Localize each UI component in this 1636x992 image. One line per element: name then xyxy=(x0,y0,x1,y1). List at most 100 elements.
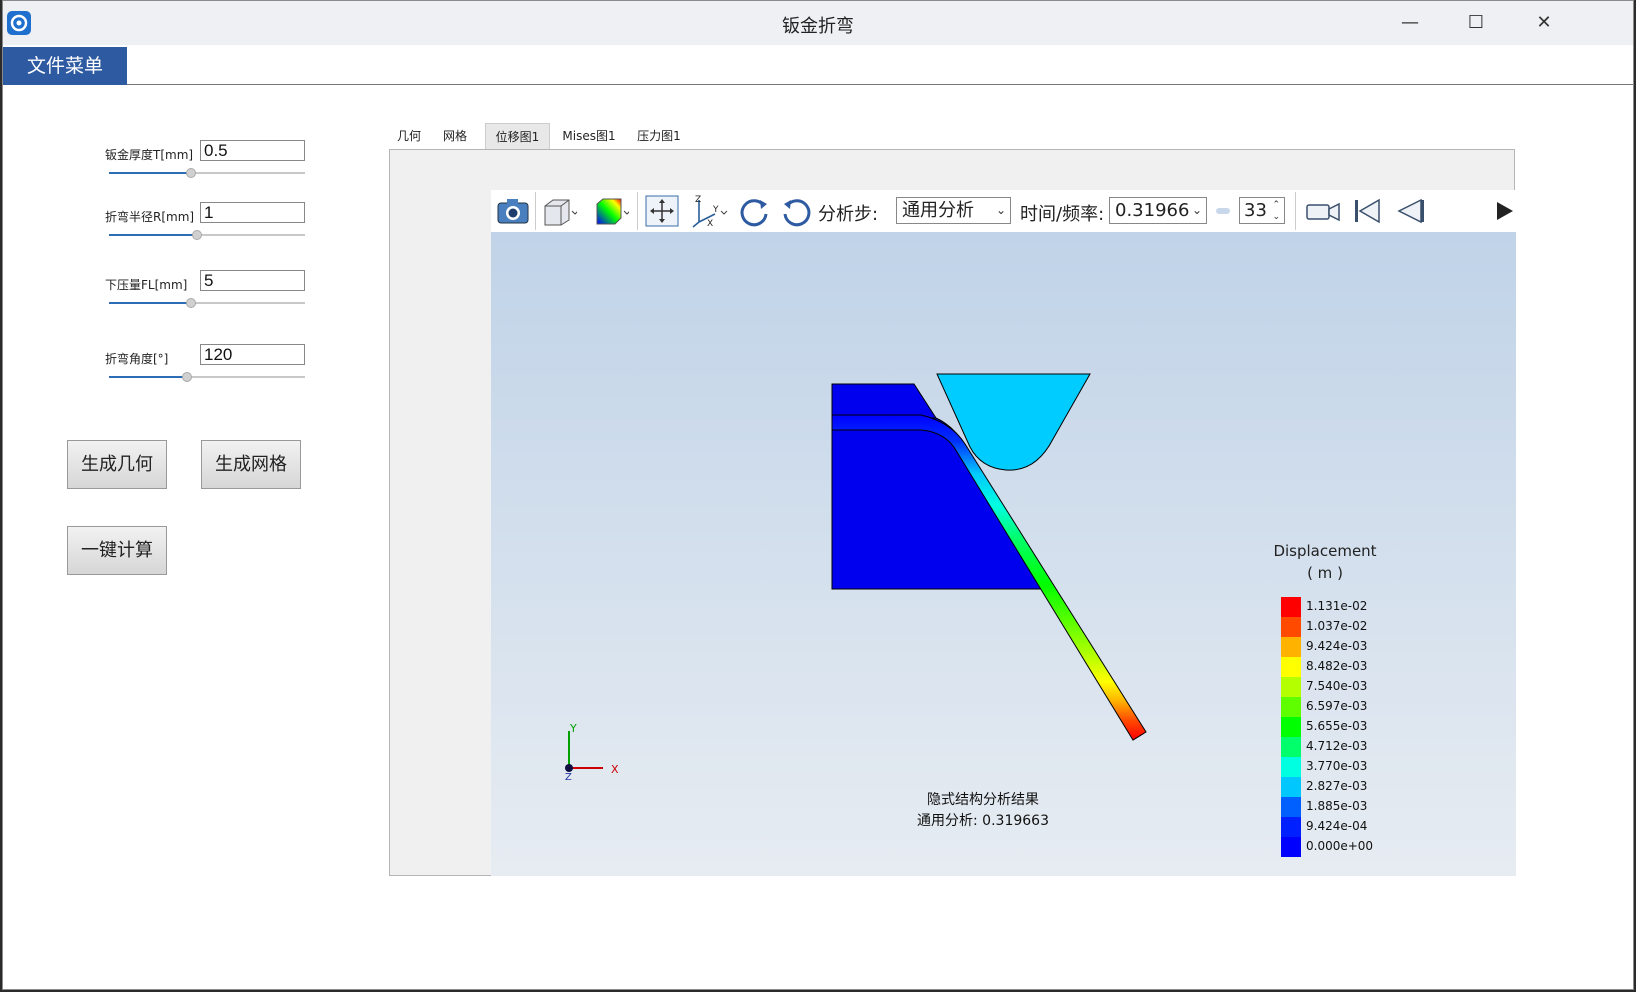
legend-label: 7.540e-03 xyxy=(1306,679,1368,693)
press-depth-slider[interactable] xyxy=(109,298,305,308)
legend-swatch xyxy=(1281,837,1301,857)
color-map-icon[interactable] xyxy=(593,194,631,228)
chevron-down-icon: ⌄ xyxy=(1188,198,1202,223)
legend-label: 3.770e-03 xyxy=(1306,759,1368,773)
legend-swatch xyxy=(1281,817,1301,837)
compute-button[interactable]: 一键计算 xyxy=(67,526,167,575)
legend-swatch xyxy=(1281,797,1301,817)
analysis-step-value: 通用分析 xyxy=(902,200,974,221)
pan-fit-icon[interactable] xyxy=(644,194,680,228)
analysis-step-select[interactable]: 通用分析 ⌄ xyxy=(896,197,1011,224)
time-label: 时间/频率: xyxy=(1020,204,1105,225)
legend-label: 1.037e-02 xyxy=(1306,619,1368,633)
menu-bar: 文件菜单 xyxy=(3,45,1633,85)
frame-spinbox[interactable]: 33 ⌃ ⌄ xyxy=(1239,197,1285,224)
tab-pressure[interactable]: 压力图1 xyxy=(629,123,689,149)
legend-label: 8.482e-03 xyxy=(1306,659,1368,673)
legend-label: 0.000e+00 xyxy=(1306,839,1374,853)
bend-angle-slider[interactable] xyxy=(109,372,305,382)
param-radius: 折弯半径R[mm] 1 xyxy=(3,202,323,258)
video-record-icon[interactable] xyxy=(1303,194,1343,228)
time-select[interactable]: 0.31966 ⌄ xyxy=(1109,197,1207,224)
legend-label: 5.655e-03 xyxy=(1306,719,1368,733)
die-shape xyxy=(831,383,937,419)
legend-label: 4.712e-03 xyxy=(1306,739,1368,753)
time-value: 0.31966 xyxy=(1115,200,1190,221)
frame-slider-handle[interactable] xyxy=(1216,208,1230,214)
result-viewport[interactable]: Y X Z Displacement ( m ) 1.131e-02 1.037e… xyxy=(491,232,1516,876)
bend-angle-input[interactable]: 120 xyxy=(200,344,305,365)
axis-z-label: Z xyxy=(565,772,572,783)
window-title: 钣金折弯 xyxy=(782,16,854,37)
file-menu-button[interactable]: 文件菜单 xyxy=(3,47,127,85)
legend-swatch xyxy=(1281,637,1301,657)
play-icon[interactable] xyxy=(1493,194,1515,228)
legend-label: 9.424e-04 xyxy=(1306,819,1368,833)
camera-icon[interactable] xyxy=(495,194,531,228)
legend-swatch xyxy=(1281,697,1301,717)
chevron-down-icon: ⌄ xyxy=(995,203,1006,217)
first-frame-icon[interactable] xyxy=(1349,194,1385,228)
svg-text:Z: Z xyxy=(695,195,701,205)
radius-input[interactable]: 1 xyxy=(200,202,305,223)
legend-swatch xyxy=(1281,657,1301,677)
axis-y-label: Y xyxy=(569,722,577,735)
viewer-toolbar: ZYX 分析步: 通用分析 ⌄ 时间/频率: 0.31966 ⌄ 33 ⌃ ⌄ xyxy=(491,190,1516,232)
legend-swatch xyxy=(1281,777,1301,797)
press-depth-input[interactable]: 5 xyxy=(200,270,305,291)
tab-mises[interactable]: Mises图1 xyxy=(555,123,623,149)
legend-title: Displacement xyxy=(1273,542,1377,560)
legend-swatch xyxy=(1281,757,1301,777)
frame-value: 33 xyxy=(1244,200,1267,221)
minimize-icon[interactable]: — xyxy=(1393,9,1427,37)
radius-slider[interactable] xyxy=(109,230,305,240)
result-caption-title: 隐式结构分析结果 xyxy=(927,792,1039,808)
legend-label: 1.885e-03 xyxy=(1306,799,1368,813)
close-icon[interactable]: ✕ xyxy=(1527,9,1561,37)
maximize-icon[interactable]: ☐ xyxy=(1459,9,1493,37)
slider-thumb[interactable] xyxy=(192,230,203,240)
legend-swatch xyxy=(1281,597,1301,617)
param-label: 折弯半径R[mm] xyxy=(105,210,195,224)
legend-label: 2.827e-03 xyxy=(1306,779,1368,793)
param-label: 钣金厚度T[mm] xyxy=(105,148,194,162)
coordinate-triad: Y X Z xyxy=(565,722,619,783)
axis-orientation-icon[interactable]: Z YX xyxy=(689,194,728,229)
param-label: 折弯角度[°] xyxy=(105,352,169,366)
param-press-depth: 下压量FL[mm] 5 xyxy=(3,270,323,326)
slider-thumb[interactable] xyxy=(186,298,197,308)
rotate-ccw-icon[interactable] xyxy=(779,194,815,228)
title-bar: 钣金折弯 — ☐ ✕ xyxy=(3,1,1633,45)
rotate-cw-icon[interactable] xyxy=(736,194,772,228)
previous-frame-icon[interactable] xyxy=(1393,194,1429,228)
slider-thumb[interactable] xyxy=(182,372,193,382)
param-bend-angle: 折弯角度[°] 120 xyxy=(3,344,323,400)
legend-label: 9.424e-03 xyxy=(1306,639,1368,653)
tab-geometry[interactable]: 几何 xyxy=(389,123,429,149)
svg-text:X: X xyxy=(707,219,713,228)
legend-swatch xyxy=(1281,677,1301,697)
result-panel: ZYX 分析步: 通用分析⌄ 时间/频率: 0.31966⌄ 33⌃⌄ xyxy=(389,149,1516,876)
thickness-input[interactable]: 0.5 xyxy=(200,140,305,161)
legend-label: 6.597e-03 xyxy=(1306,699,1368,713)
legend-unit: ( m ) xyxy=(1307,564,1343,582)
svg-text:Y: Y xyxy=(712,205,719,215)
slider-thumb[interactable] xyxy=(186,168,197,178)
generate-mesh-button[interactable]: 生成网格 xyxy=(201,440,301,489)
param-thickness: 钣金厚度T[mm] 0.5 xyxy=(3,140,323,196)
legend-label: 1.131e-02 xyxy=(1306,599,1368,613)
tab-displacement[interactable]: 位移图1 xyxy=(485,123,550,149)
thickness-slider[interactable] xyxy=(109,168,305,178)
app-window: 钣金折弯 — ☐ ✕ 文件菜单 钣金厚度T[mm] 0.5 折弯半径R[mm] … xyxy=(2,0,1634,990)
legend-swatch xyxy=(1281,737,1301,757)
legend-swatch xyxy=(1281,717,1301,737)
spin-arrows-icon: ⌃ ⌄ xyxy=(1272,200,1280,222)
legend-swatch xyxy=(1281,617,1301,637)
tab-mesh[interactable]: 网格 xyxy=(435,123,475,149)
axis-x-label: X xyxy=(611,763,619,776)
generate-geometry-button[interactable]: 生成几何 xyxy=(67,440,167,489)
param-label: 下压量FL[mm] xyxy=(105,278,188,292)
step-label: 分析步: xyxy=(818,204,879,225)
result-caption-step: 通用分析: 0.319663 xyxy=(917,813,1049,829)
view-cube-icon[interactable] xyxy=(541,194,579,228)
